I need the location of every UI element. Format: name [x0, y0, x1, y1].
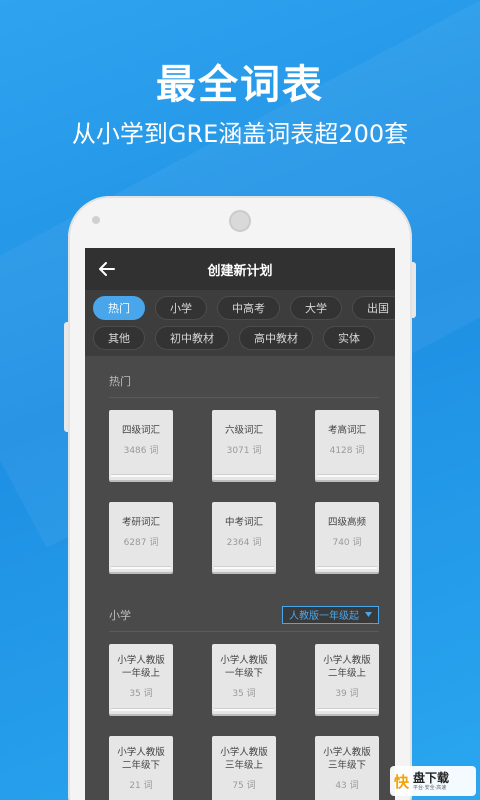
chip-row2-1[interactable]: 初中教材 — [155, 326, 229, 350]
book-subtitle: 二年级上 — [327, 668, 366, 679]
book-subtitle: 二年级下 — [121, 760, 160, 771]
category-filter: 热门 小学 中高考 大学 出国 其他 初中教材 高中教材 实体 — [85, 290, 395, 356]
dropdown-value: 人教版一年级起 — [289, 611, 359, 622]
chip-row2-3[interactable]: 实体 — [323, 326, 375, 350]
book-word-count: 2364 词 — [226, 538, 262, 548]
book-grid-hot: 四级词汇 3486 词 六级词汇 3071 词 考高词汇 4128 词考研词汇 6287 词… — [109, 398, 379, 590]
site-watermark: 快 盘下载 平台·安全·高速 — [390, 766, 476, 796]
book-word-count: 3486 词 — [123, 446, 159, 456]
wordlist-book[interactable]: 中考词汇 2364 词 — [212, 502, 276, 572]
section-title: 小学 — [109, 608, 131, 622]
wordlist-book[interactable]: 六级词汇 3071 词 — [212, 410, 276, 480]
book-word-count: 740 词 — [332, 538, 362, 548]
wordlist-book[interactable]: 考高词汇 4128 词 — [315, 410, 379, 480]
back-arrow-icon[interactable] — [95, 257, 119, 281]
book-title: 四级高频 — [327, 517, 366, 528]
book-title: 小学人教版 — [323, 747, 371, 758]
chip-row1-4[interactable]: 出国 — [352, 296, 395, 320]
book-word-count: 3071 词 — [226, 446, 262, 456]
book-title: 考研词汇 — [121, 517, 160, 528]
chip-row1-2[interactable]: 中高考 — [217, 296, 280, 320]
watermark-name: 盘下载 — [413, 770, 450, 785]
book-title: 六级词汇 — [224, 425, 263, 436]
wordlist-book[interactable]: 考研词汇 6287 词 — [109, 502, 173, 572]
wordlist-book[interactable]: 小学人教版一年级上 35 词 — [109, 644, 173, 714]
caret-down-icon — [365, 612, 372, 617]
book-title: 考高词汇 — [327, 425, 366, 436]
chip-row1-0[interactable]: 热门 — [93, 296, 145, 320]
book-word-count: 35 词 — [129, 689, 153, 699]
book-word-count: 21 词 — [129, 781, 153, 791]
book-grid-primary: 小学人教版 一年级上 35 词小学人教版 一年级下 35 词小学人教版 二年级上 39 词小… — [109, 632, 379, 800]
phone-sensor — [92, 216, 100, 224]
wordlist-book[interactable]: 四级词汇 3486 词 — [109, 410, 173, 480]
section-header-hot: 热门 — [109, 364, 379, 398]
book-title: 中考词汇 — [224, 517, 263, 528]
book-title: 四级词汇 — [121, 425, 160, 436]
watermark-tagline: 平台·安全·高速 — [413, 784, 447, 791]
book-word-count: 4128 词 — [329, 446, 365, 456]
book-subtitle: 一年级上 — [121, 668, 160, 679]
promo-subline: 从小学到GRE涵盖词表超200套 — [71, 120, 409, 148]
chip-row: 热门 小学 中高考 大学 出国 — [93, 296, 395, 320]
book-word-count: 39 词 — [335, 689, 359, 699]
book-subtitle: 三年级下 — [327, 760, 366, 771]
book-title: 小学人教版 — [117, 747, 165, 758]
chip-row2-2[interactable]: 高中教材 — [239, 326, 313, 350]
wordlist-content: 热门 四级词汇 3486 词 六级词汇 3071 词 考高词汇 4128 词考研词汇 628… — [85, 364, 395, 800]
book-word-count: 75 词 — [232, 781, 256, 791]
wordlist-book[interactable]: 四级高频 740 词 — [315, 502, 379, 572]
wordlist-book[interactable]: 小学人教版三年级上 75 词 — [212, 736, 276, 800]
book-word-count: 43 词 — [335, 781, 359, 791]
promo-headline: 最全词表 — [156, 62, 324, 108]
section-title: 热门 — [109, 374, 131, 388]
chip-row2-0[interactable]: 其他 — [93, 326, 145, 350]
edition-dropdown[interactable]: 人教版一年级起 — [282, 605, 379, 624]
book-subtitle: 三年级上 — [224, 760, 263, 771]
app-bar: 创建新计划 — [85, 248, 395, 290]
book-subtitle: 一年级下 — [224, 668, 263, 679]
book-word-count: 6287 词 — [123, 538, 159, 548]
section-header-primary: 小学 人教版一年级起 — [109, 598, 379, 632]
book-title: 小学人教版 — [220, 747, 268, 758]
wordlist-book[interactable]: 小学人教版一年级下 35 词 — [212, 644, 276, 714]
book-title: 小学人教版 — [220, 655, 268, 666]
chip-row: 其他 初中教材 高中教材 实体 — [93, 326, 389, 350]
book-word-count: 35 词 — [232, 689, 256, 699]
chip-row1-1[interactable]: 小学 — [155, 296, 207, 320]
wordlist-book[interactable]: 小学人教版三年级下 43 词 — [315, 736, 379, 800]
wordlist-book[interactable]: 小学人教版二年级下 21 词 — [109, 736, 173, 800]
book-title: 小学人教版 — [117, 655, 165, 666]
page-title: 创建新计划 — [207, 263, 273, 279]
watermark-logo: 快 — [394, 772, 410, 791]
book-title: 小学人教版 — [323, 655, 371, 666]
phone-camera — [229, 210, 251, 232]
app-screen: 创建新计划 热门 小学 中高考 大学 出国 其他 初中教材 高中教材 实体 热门 四级词汇 34… — [85, 248, 395, 800]
wordlist-book[interactable]: 小学人教版二年级上 39 词 — [315, 644, 379, 714]
chip-row1-3[interactable]: 大学 — [290, 296, 342, 320]
